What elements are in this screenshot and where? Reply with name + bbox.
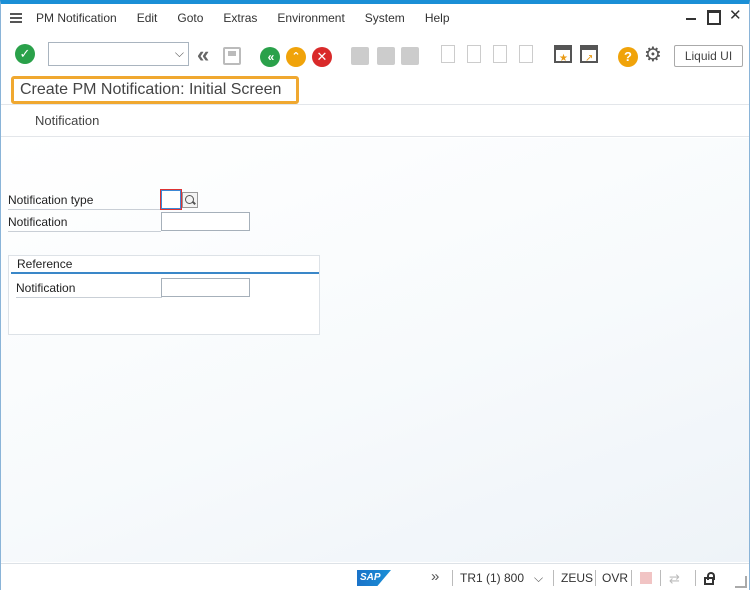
create-shortcut-icon[interactable]: ↗ bbox=[580, 45, 598, 64]
menu-system[interactable]: System bbox=[365, 11, 405, 25]
liquid-ui-button[interactable]: Liquid UI bbox=[674, 45, 743, 67]
notification-type-input[interactable] bbox=[162, 191, 180, 208]
cancel-icon[interactable]: ✕ bbox=[312, 47, 332, 67]
chevron-down-icon[interactable]: ⌵ bbox=[534, 571, 543, 586]
gear-icon[interactable]: ⚙ bbox=[644, 45, 662, 65]
reference-notification-label: Notification bbox=[16, 278, 162, 298]
reference-notification-field[interactable] bbox=[161, 278, 250, 297]
notification-type-label: Notification type bbox=[8, 190, 161, 210]
menu-extras[interactable]: Extras bbox=[223, 11, 257, 25]
page-title: Create PM Notification: Initial Screen bbox=[11, 76, 299, 104]
status-divider bbox=[553, 570, 554, 586]
help-icon[interactable]: ? bbox=[618, 47, 638, 67]
swap-icon: ⇄ bbox=[669, 571, 680, 586]
command-input[interactable] bbox=[49, 43, 167, 65]
double-chevron-left-icon[interactable]: « bbox=[197, 44, 217, 67]
menu-help[interactable]: Help bbox=[425, 11, 450, 25]
status-bar: SAP » TR1 (1) 800 ⌵ ZEUS OVR ⇄ bbox=[1, 563, 749, 590]
notification-field[interactable] bbox=[161, 212, 250, 231]
status-divider bbox=[695, 570, 696, 586]
notification-input[interactable] bbox=[162, 213, 249, 230]
user-name: ZEUS bbox=[561, 571, 594, 585]
menu-environment[interactable]: Environment bbox=[277, 11, 344, 25]
status-divider bbox=[452, 570, 453, 586]
back-icon[interactable]: « bbox=[260, 47, 280, 67]
notification-button[interactable]: Notification bbox=[35, 113, 99, 128]
status-divider bbox=[631, 570, 632, 586]
sap-logo: SAP bbox=[357, 570, 391, 586]
resize-grip-icon[interactable] bbox=[735, 576, 747, 588]
notification-label: Notification bbox=[8, 212, 161, 232]
menu-goto[interactable]: Goto bbox=[177, 11, 203, 25]
log-icon bbox=[640, 572, 652, 584]
close-icon[interactable]: ✕ bbox=[729, 8, 742, 23]
notification-type-field[interactable] bbox=[161, 190, 181, 209]
double-chevron-right-icon[interactable]: » bbox=[431, 568, 439, 585]
chevron-down-icon[interactable]: ⌵ bbox=[175, 46, 184, 61]
exit-icon[interactable]: ⌃ bbox=[286, 47, 306, 67]
last-page-icon[interactable] bbox=[519, 45, 533, 63]
save-icon[interactable] bbox=[223, 47, 241, 65]
search-help-icon[interactable] bbox=[182, 192, 198, 208]
find-icon[interactable] bbox=[377, 47, 395, 65]
window-controls: ✕ bbox=[685, 8, 742, 25]
previous-page-icon[interactable] bbox=[467, 45, 481, 63]
star-icon: ★ bbox=[559, 53, 568, 64]
menu-bar: PM Notification Edit Goto Extras Environ… bbox=[1, 4, 749, 31]
next-page-icon[interactable] bbox=[493, 45, 507, 63]
status-divider bbox=[660, 570, 661, 586]
new-session-icon[interactable]: ★ bbox=[554, 45, 572, 64]
lock-icon bbox=[704, 572, 715, 585]
system-info: TR1 (1) 800 bbox=[460, 571, 525, 585]
system-toolbar: ✓ ⌵ « « ⌃ ✕ ★ ↗ ? ⚙ Liquid UI bbox=[1, 34, 749, 72]
status-divider bbox=[595, 570, 596, 586]
title-divider bbox=[1, 104, 749, 105]
sap-window: PM Notification Edit Goto Extras Environ… bbox=[0, 0, 750, 590]
first-page-icon[interactable] bbox=[441, 45, 455, 63]
menu-icon[interactable] bbox=[10, 12, 24, 24]
reference-group: Reference Notification bbox=[8, 255, 320, 335]
reference-group-title: Reference bbox=[11, 256, 319, 274]
insert-mode[interactable]: OVR bbox=[602, 571, 628, 585]
arrow-icon: ↗ bbox=[585, 53, 594, 64]
menu-edit[interactable]: Edit bbox=[137, 11, 158, 25]
minimize-icon[interactable] bbox=[685, 10, 697, 22]
command-field[interactable]: ⌵ bbox=[48, 42, 189, 66]
menu-pm-notification[interactable]: PM Notification bbox=[36, 11, 117, 25]
main-content: Notification type Notification Reference… bbox=[1, 138, 749, 562]
find-next-icon[interactable] bbox=[401, 47, 419, 65]
maximize-icon[interactable] bbox=[707, 10, 721, 25]
subtoolbar-divider bbox=[1, 136, 749, 137]
reference-notification-input[interactable] bbox=[162, 279, 249, 296]
checkmark-icon[interactable]: ✓ bbox=[15, 44, 35, 64]
print-icon[interactable] bbox=[351, 47, 369, 65]
